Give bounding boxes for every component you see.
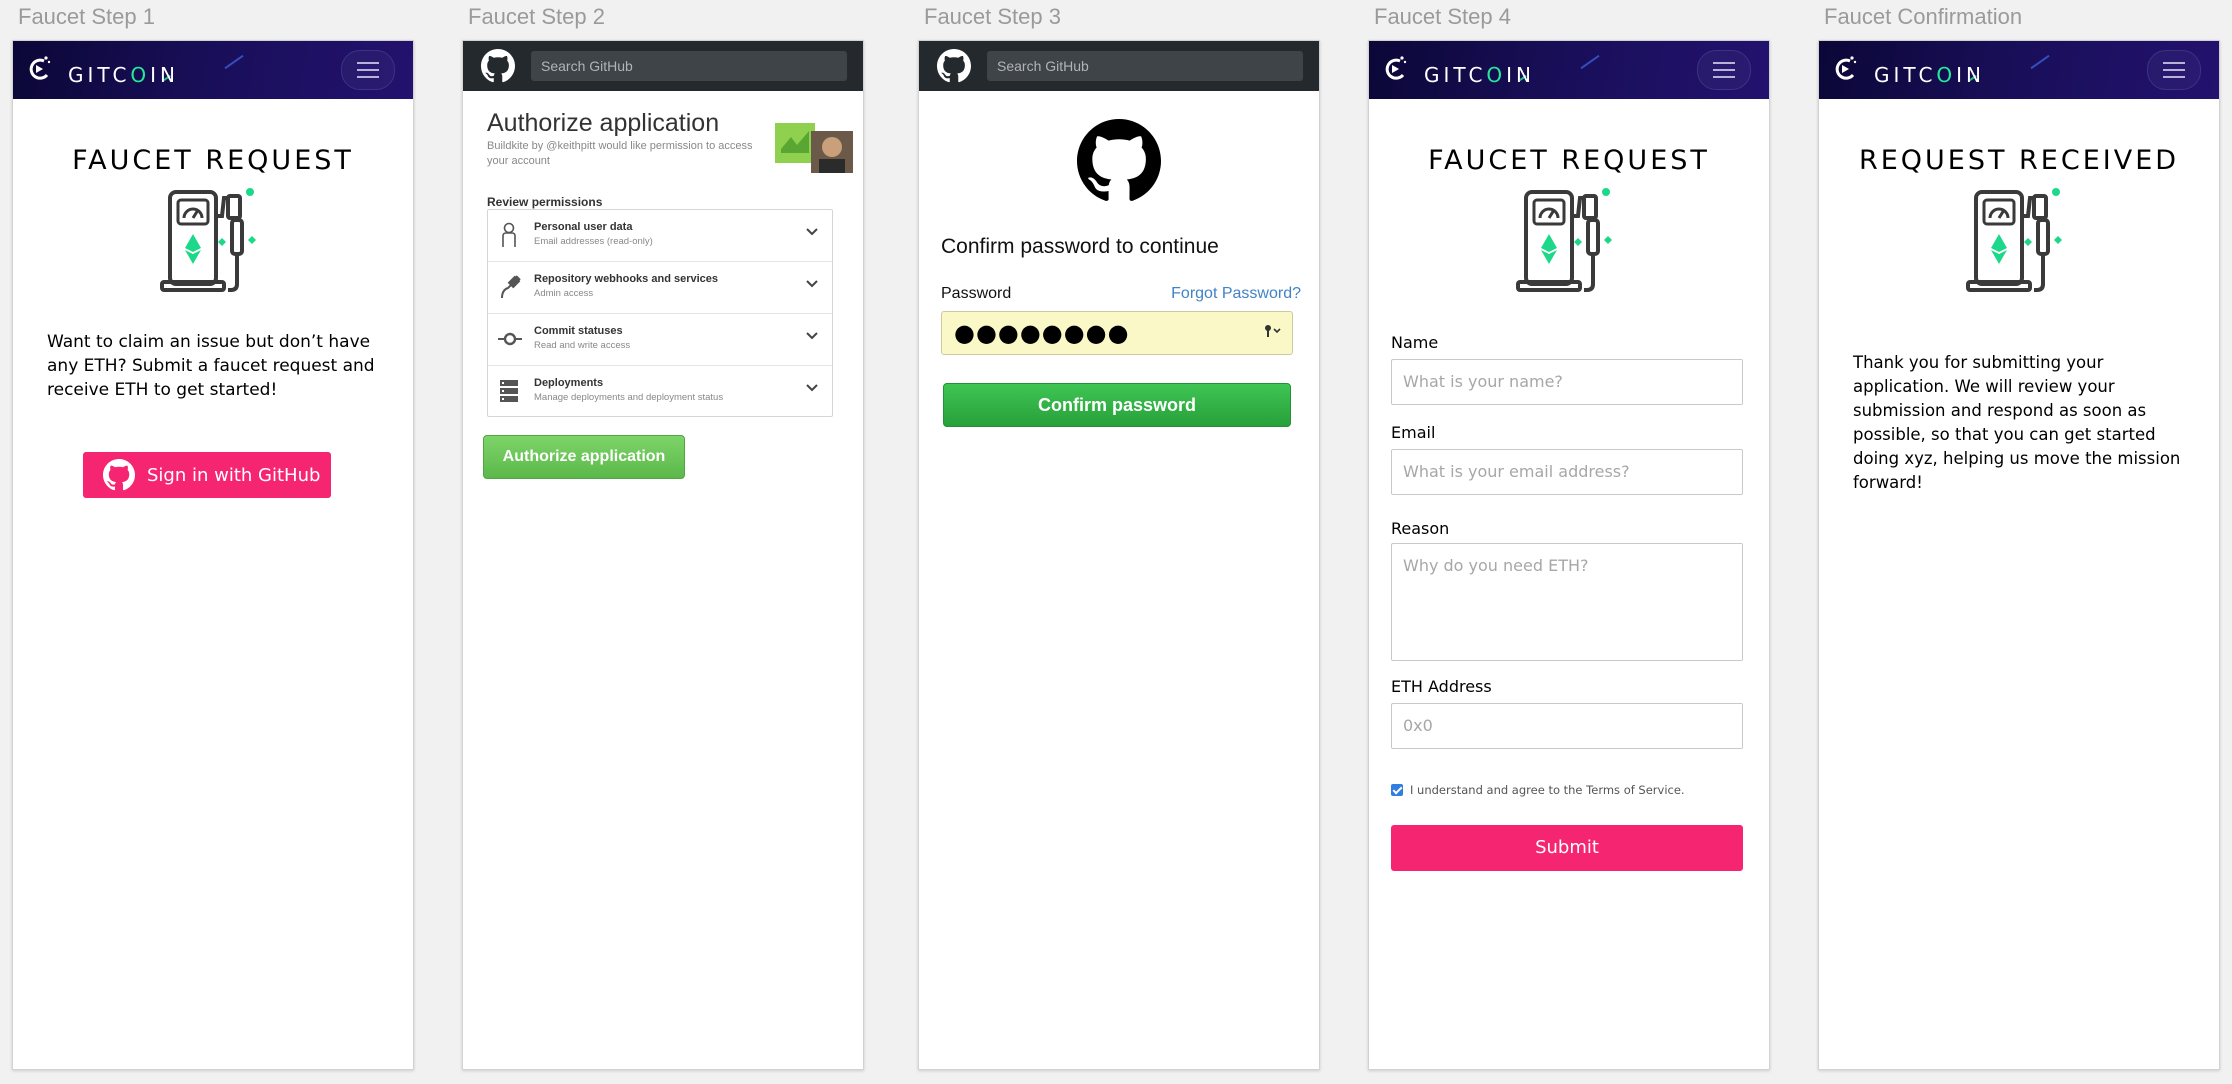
eth-address-field[interactable]: 0x0 (1391, 703, 1743, 749)
permission-row-webhooks[interactable]: Repository webhooks and services Admin a… (488, 262, 832, 314)
submit-button[interactable]: Submit (1391, 825, 1743, 871)
permission-row-commit-statuses[interactable]: Commit statuses Read and write access (488, 314, 832, 366)
plug-icon (501, 275, 521, 299)
password-value: ●●●●●●●● (954, 319, 1130, 347)
reason-textarea[interactable]: Why do you need ETH? (1391, 543, 1743, 661)
github-search-input[interactable]: Search GitHub (531, 51, 847, 81)
frame-step4: GITCOIN FAUCET REQUEST Name What is your… (1368, 40, 1770, 1070)
intro-text: Want to claim an issue but don’t have an… (47, 332, 375, 400)
github-search-input[interactable]: Search GitHub (987, 51, 1303, 81)
hamburger-menu-icon[interactable] (1697, 50, 1751, 90)
permission-row-deployments[interactable]: Deployments Manage deployments and deplo… (488, 366, 832, 417)
confirmation-text: Thank you for submitting your applicatio… (1853, 353, 2181, 492)
chevron-down-icon[interactable] (806, 228, 818, 236)
frame-confirmation: GITCOIN REQUEST RECEIVED Thank you for s… (1818, 40, 2220, 1070)
terms-label: I understand and agree to the Terms of S… (1410, 783, 1685, 797)
eth-address-label: ETH Address (1391, 677, 1492, 696)
authorize-application-button[interactable]: Authorize application (483, 435, 685, 479)
gitcoin-header: GITCOIN (1369, 41, 1769, 99)
hamburger-menu-icon[interactable] (341, 50, 395, 90)
reason-label: Reason (1391, 519, 1450, 538)
chevron-down-icon[interactable] (806, 280, 818, 288)
permissions-list: Personal user data Email addresses (read… (487, 209, 833, 417)
github-header: Search GitHub (919, 41, 1319, 91)
gitcoin-logo-icon[interactable] (1833, 55, 1859, 83)
chevron-down-icon[interactable] (806, 332, 818, 340)
github-logo-icon[interactable] (481, 49, 515, 83)
app-and-avatar-image (775, 123, 853, 173)
key-icon[interactable] (1264, 324, 1282, 338)
frame-label-confirmation: Faucet Confirmation (1824, 4, 2023, 29)
github-logo-icon[interactable] (937, 49, 971, 83)
commit-icon (498, 332, 522, 346)
email-label: Email (1391, 423, 1436, 442)
frame-label-step1: Faucet Step 1 (18, 4, 155, 29)
password-label: Password (941, 285, 1012, 302)
confirm-password-button[interactable]: Confirm password (943, 383, 1291, 427)
gitcoin-wordmark: GITCOIN (1874, 63, 1986, 87)
gitcoin-header: GITCOIN (13, 41, 413, 99)
gitcoin-wordmark: GITCOIN (68, 63, 180, 87)
github-icon (103, 459, 135, 491)
authorize-subtitle: Buildkite by @keithpitt would like permi… (487, 140, 753, 167)
sign-in-github-label: Sign in with GitHub (147, 464, 321, 486)
name-label: Name (1391, 333, 1439, 352)
frame-step2: Search GitHub Authorize application Buil… (462, 40, 864, 1070)
frame-step1: GITCOIN FAUCET REQUEST Want to claim an … (12, 40, 414, 1070)
authorize-title: Authorize application (487, 109, 720, 137)
terms-agreement: I understand and agree to the Terms of S… (1391, 783, 1685, 797)
email-field[interactable]: What is your email address? (1391, 449, 1743, 495)
page-title: REQUEST RECEIVED (1858, 145, 2180, 176)
forgot-password-link[interactable]: Forgot Password? (1171, 285, 1301, 303)
server-icon (500, 380, 518, 402)
page-title: FAUCET REQUEST (72, 145, 354, 176)
frame-label-step3: Faucet Step 3 (924, 4, 1061, 29)
github-octocat-icon (1077, 119, 1161, 203)
confirm-password-title: Confirm password to continue (941, 235, 1219, 258)
gitcoin-logo-icon[interactable] (27, 55, 53, 83)
frame-step3: Search GitHub Confirm password to contin… (918, 40, 1320, 1070)
page-title: FAUCET REQUEST (1428, 145, 1710, 176)
person-icon (502, 222, 516, 247)
gitcoin-header: GITCOIN (1819, 41, 2219, 99)
review-permissions-heading: Review permissions (487, 195, 603, 209)
gitcoin-wordmark: GITCOIN (1424, 63, 1536, 87)
github-header: Search GitHub (463, 41, 863, 91)
fuel-pump-icon (148, 186, 278, 296)
gitcoin-logo-icon[interactable] (1383, 55, 1409, 83)
sign-in-github-button[interactable]: Sign in with GitHub (83, 452, 331, 498)
chevron-down-icon[interactable] (806, 384, 818, 392)
name-field[interactable]: What is your name? (1391, 359, 1743, 405)
terms-checkbox[interactable] (1391, 784, 1403, 796)
hamburger-menu-icon[interactable] (2147, 50, 2201, 90)
password-field[interactable]: ●●●●●●●● (941, 311, 1293, 355)
fuel-pump-icon (1954, 186, 2084, 296)
permission-row-personal-data[interactable]: Personal user data Email addresses (read… (488, 210, 832, 262)
frame-label-step4: Faucet Step 4 (1374, 4, 1511, 29)
frame-label-step2: Faucet Step 2 (468, 4, 605, 29)
fuel-pump-icon (1504, 186, 1634, 296)
